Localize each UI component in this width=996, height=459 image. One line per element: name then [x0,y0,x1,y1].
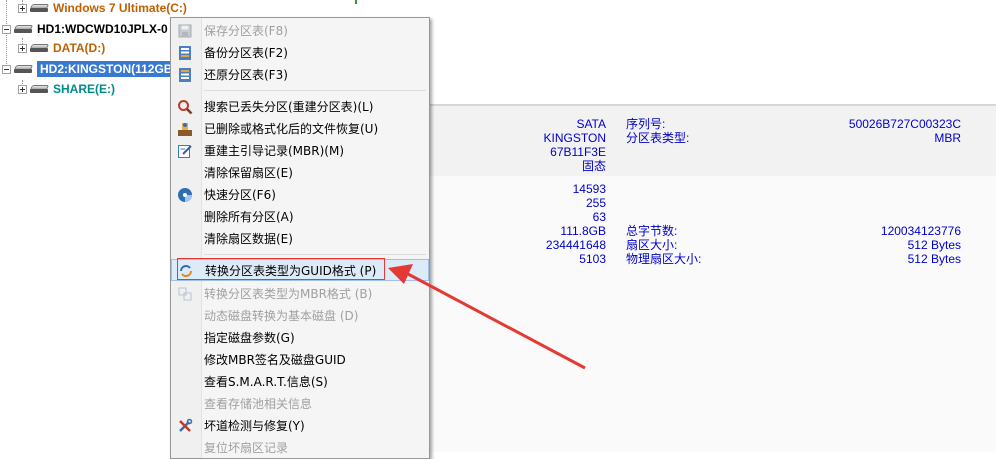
annotation-arrow-icon [388,264,586,370]
